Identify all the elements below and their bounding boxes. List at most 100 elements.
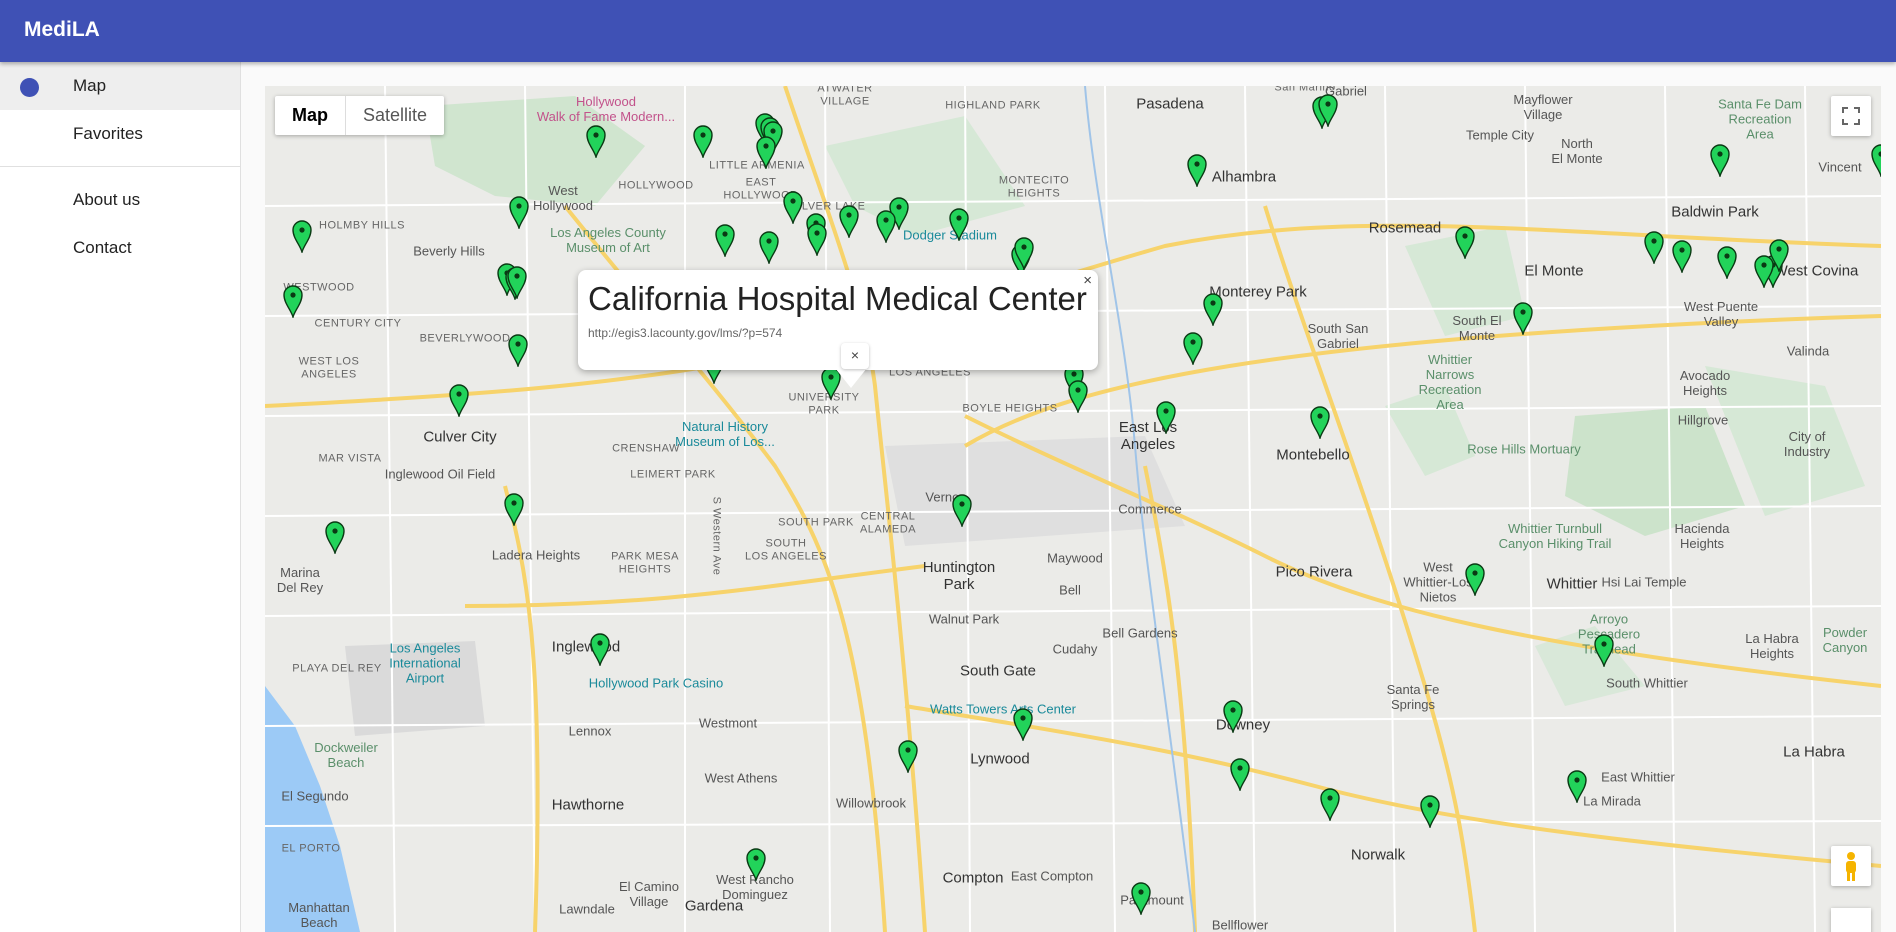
hospital-marker-icon[interactable]	[1183, 331, 1203, 365]
app-bar: MediLA	[0, 0, 1896, 62]
map-label-montebello: Montebello	[1276, 446, 1350, 464]
hospital-marker-icon[interactable]	[807, 222, 827, 256]
hospital-marker-icon[interactable]	[292, 219, 312, 253]
hospital-marker-icon[interactable]	[715, 223, 735, 257]
map-label-east-whittier: East Whittier	[1601, 769, 1675, 785]
hospital-marker-icon[interactable]	[1594, 633, 1614, 667]
hospital-marker-icon[interactable]	[1871, 143, 1881, 177]
hospital-marker-icon[interactable]	[508, 333, 528, 367]
hospital-marker-icon[interactable]	[1131, 881, 1151, 915]
hospital-marker-icon[interactable]	[783, 190, 803, 224]
map-label-compton: Compton	[942, 869, 1004, 887]
map-label-s-western: S Western Ave	[710, 496, 723, 576]
map-label-norwalk: Norwalk	[1350, 846, 1406, 864]
hospital-marker-icon[interactable]	[1455, 225, 1475, 259]
info-window-url[interactable]: http://egis3.lacounty.gov/lms/?p=574	[588, 326, 782, 340]
hospital-marker-icon[interactable]	[876, 209, 896, 243]
hospital-marker-icon[interactable]	[756, 135, 776, 169]
map-label-hawthorne: Hawthorne	[551, 796, 625, 814]
hospital-marker-icon[interactable]	[449, 383, 469, 417]
map-label-south-whittier: South Whittier	[1606, 675, 1688, 691]
map-label-el-segundo: El Segundo	[281, 788, 349, 804]
map-label-el-monte: El Monte	[1524, 262, 1584, 280]
hospital-marker-icon[interactable]	[1754, 254, 1774, 288]
map-label-la-mirada: La Mirada	[1583, 793, 1641, 809]
hospital-marker-icon[interactable]	[759, 230, 779, 264]
map-label-avocado: Avocado Heights	[1679, 368, 1731, 398]
map-label-maywood: Maywood	[1047, 550, 1103, 566]
zoom-in-button[interactable]	[1831, 908, 1871, 932]
sidebar-nav: Map Favorites About us Contact	[0, 62, 241, 932]
fullscreen-button[interactable]	[1831, 96, 1871, 136]
hospital-marker-icon[interactable]	[1710, 143, 1730, 177]
sidebar-item-favorites[interactable]: Favorites	[0, 110, 240, 158]
hospital-marker-icon[interactable]	[509, 195, 529, 229]
hospital-marker-icon[interactable]	[586, 124, 606, 158]
hospital-marker-icon[interactable]	[952, 493, 972, 527]
hospital-marker-icon[interactable]	[283, 284, 303, 318]
map-label-whittier: Whittier	[1546, 575, 1598, 593]
map-label-south-la: SOUTH LOS ANGELES	[745, 537, 827, 562]
map-label-west-whittier: West Whittier-Los Nietos	[1403, 559, 1473, 605]
hospital-marker-icon[interactable]	[1187, 153, 1207, 187]
map-label-paramount: Paramount	[1120, 892, 1184, 908]
map-label-east-compton: East Compton	[1010, 868, 1094, 884]
hospital-marker-icon[interactable]	[325, 520, 345, 554]
map-label-temple-city: Temple City	[1466, 127, 1534, 143]
map-label-bellflower: Bellflower	[1211, 917, 1269, 932]
map-label-commerce: Commerce	[1118, 501, 1182, 517]
map-label-lynwood: Lynwood	[970, 750, 1030, 768]
hospital-marker-icon[interactable]	[1320, 787, 1340, 821]
hospital-marker-icon[interactable]	[507, 265, 527, 299]
hospital-marker-icon[interactable]	[1013, 707, 1033, 741]
street-view-pegman-button[interactable]	[1831, 846, 1871, 886]
hospital-marker-icon[interactable]	[839, 204, 859, 238]
map-label-leimert: LEIMERT PARK	[630, 468, 716, 481]
map-label-cudahy: Cudahy	[1052, 641, 1098, 657]
secondary-close-button[interactable]: ×	[841, 343, 869, 369]
map-label-hsi-lai: Hsi Lai Temple	[1601, 574, 1687, 590]
hospital-marker-icon[interactable]	[1068, 379, 1088, 413]
info-window-close-button[interactable]: ×	[1083, 272, 1092, 289]
hospital-marker-icon[interactable]	[949, 207, 969, 241]
hospital-marker-icon[interactable]	[898, 739, 918, 773]
sidebar-divider	[0, 166, 240, 167]
map-type-map-button[interactable]: Map	[275, 96, 345, 135]
hospital-marker-icon[interactable]	[1420, 794, 1440, 828]
sidebar-item-contact[interactable]: Contact	[0, 224, 240, 272]
sidebar-item-map[interactable]: Map	[0, 62, 240, 110]
hospital-marker-icon[interactable]	[1156, 400, 1176, 434]
hospital-marker-icon[interactable]	[1203, 292, 1223, 326]
hospital-marker-icon[interactable]	[1465, 562, 1485, 596]
map-type-satellite-button[interactable]: Satellite	[345, 96, 444, 135]
map-label-dockweiler: Dockweiler Beach	[314, 740, 378, 770]
hospital-marker-icon[interactable]	[1318, 93, 1338, 127]
info-window: California Hospital Medical Center http:…	[578, 270, 1098, 388]
hospital-marker-icon[interactable]	[746, 847, 766, 881]
hospital-marker-icon[interactable]	[1717, 245, 1737, 279]
hospital-marker-icon[interactable]	[1672, 239, 1692, 273]
hospital-marker-icon[interactable]	[1644, 230, 1664, 264]
map-label-south-park: SOUTH PARK	[778, 516, 854, 529]
hospital-marker-icon[interactable]	[1230, 757, 1250, 791]
map-label-rosemead: Rosemead	[1368, 219, 1442, 237]
map-label-central-alameda: CENTRAL ALAMEDA	[859, 510, 917, 535]
hospital-marker-icon[interactable]	[590, 632, 610, 666]
map-label-atwater: ATWATER VILLAGE	[817, 86, 873, 107]
hospital-marker-icon[interactable]	[1310, 405, 1330, 439]
map-label-lax: Los Angeles International Airport	[389, 640, 461, 686]
map-label-lawndale: Lawndale	[559, 901, 615, 917]
map-label-montecito: MONTECITO HEIGHTS	[998, 174, 1070, 199]
sidebar-item-about[interactable]: About us	[0, 176, 240, 224]
map-canvas[interactable]: Hollywood Walk of Fame Modern... Pasadena…	[265, 86, 1881, 932]
hospital-marker-icon[interactable]	[1567, 769, 1587, 803]
hospital-marker-icon[interactable]	[693, 124, 713, 158]
hospital-marker-icon[interactable]	[1513, 301, 1533, 335]
map-label-pico-rivera: Pico Rivera	[1275, 563, 1353, 581]
map-label-walnut-park: Walnut Park	[928, 611, 1000, 627]
map-label-nhm: Natural History Museum of Los...	[675, 419, 775, 449]
hospital-marker-icon[interactable]	[1223, 699, 1243, 733]
map-label-la-habra: La Habra	[1783, 743, 1845, 761]
hospital-marker-icon[interactable]	[504, 492, 524, 526]
hospital-marker-icon[interactable]	[1014, 236, 1034, 270]
